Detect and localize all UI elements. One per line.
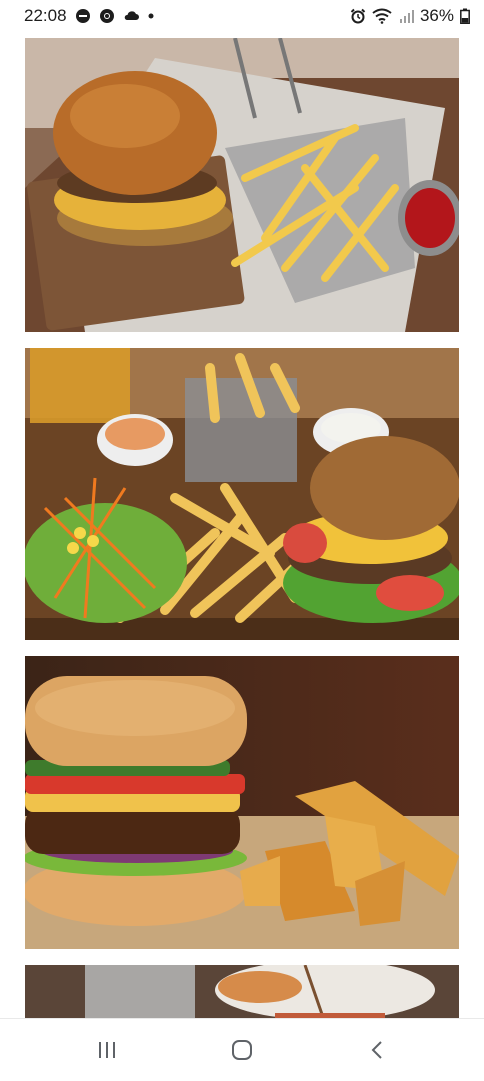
back-icon	[371, 1041, 382, 1059]
battery-icon	[460, 8, 470, 24]
signal-icon	[399, 10, 414, 23]
recent-apps-icon	[99, 1042, 115, 1058]
recent-apps-button[interactable]	[87, 1033, 127, 1067]
partial-food-photo[interactable]	[25, 965, 459, 1023]
home-button[interactable]	[222, 1033, 262, 1067]
system-nav-bar	[0, 1018, 484, 1081]
chrome-icon	[99, 9, 114, 23]
photo-feed[interactable]	[25, 38, 459, 1023]
cloud-icon	[124, 11, 139, 20]
burger-with-potato-wedges-photo[interactable]	[25, 656, 459, 949]
dot-icon	[148, 13, 154, 19]
back-button[interactable]	[358, 1033, 398, 1067]
burger-with-fries-basket-photo[interactable]	[25, 38, 459, 332]
burger-salad-fries-board-photo[interactable]	[25, 348, 459, 640]
battery-percent: 36%	[419, 6, 454, 25]
status-time: 22:08	[24, 6, 67, 25]
status-right: 36%	[350, 6, 470, 26]
home-icon	[232, 1040, 252, 1060]
alarm-icon	[350, 8, 366, 24]
dnd-icon	[75, 9, 90, 23]
status-bar: 22:08 36%	[0, 0, 484, 32]
status-left: 22:08	[24, 6, 155, 26]
wifi-icon	[372, 8, 392, 24]
